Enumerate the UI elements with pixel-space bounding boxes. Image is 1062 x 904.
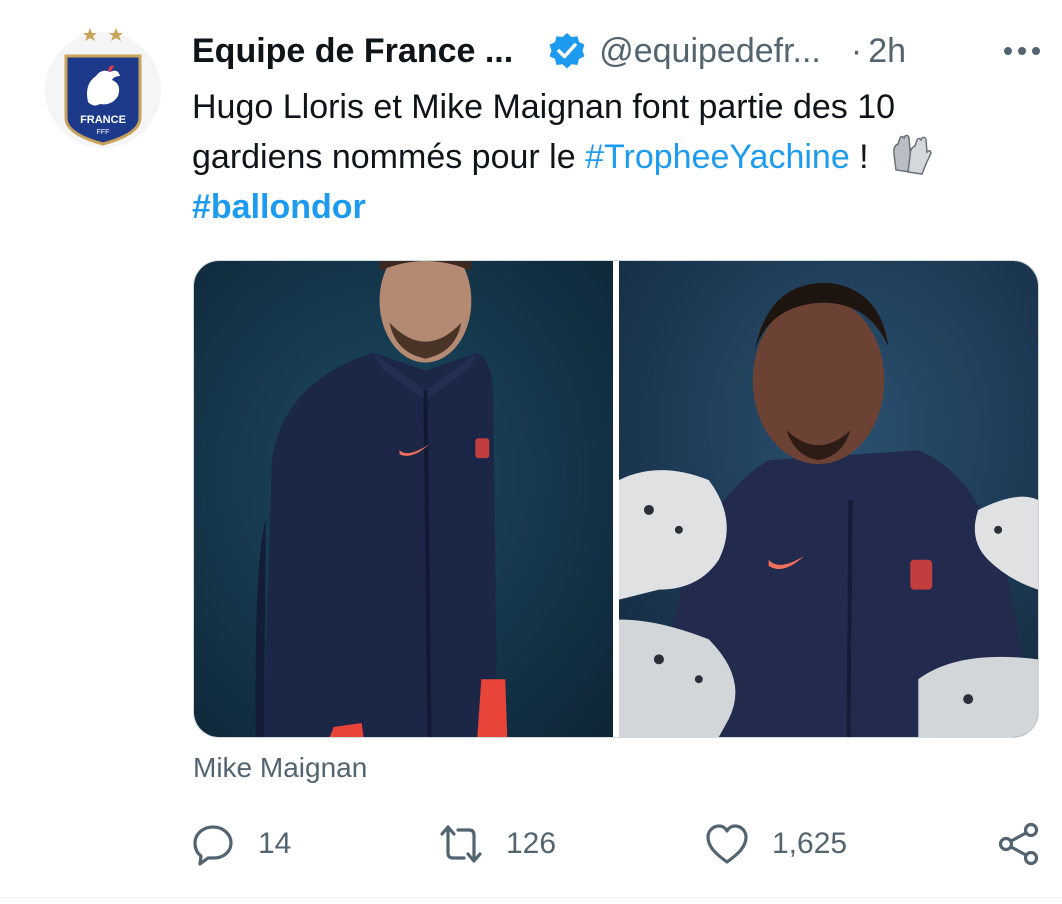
verified-badge-icon — [547, 31, 587, 71]
gloves-emoji-icon — [888, 132, 932, 176]
fff-crest-icon: FRANCE FFF — [45, 28, 161, 148]
crest-sublabel: FFF — [97, 129, 110, 136]
display-name[interactable]: Equipe de France ... — [192, 32, 513, 71]
tweet-card: FRANCE FFF Equipe de France ... @equiped… — [0, 0, 1062, 904]
retweet-icon — [440, 825, 482, 863]
share-button[interactable] — [996, 816, 1042, 872]
tweet-timestamp[interactable]: 2h — [868, 32, 906, 71]
separator-dot: · — [850, 31, 863, 70]
like-count: 1,625 — [772, 827, 848, 860]
photo-lloris[interactable] — [194, 261, 613, 737]
tweet-text: ! — [849, 138, 879, 176]
hashtag-link[interactable]: #TropheeYachine — [585, 138, 850, 176]
tweet-body: Hugo Lloris et Mike Maignan font partie … — [192, 82, 1022, 232]
share-icon — [998, 822, 1039, 866]
photo-maignan[interactable] — [619, 261, 1038, 737]
reply-count: 14 — [258, 827, 292, 860]
divider — [0, 897, 1062, 898]
hashtag-link[interactable]: #ballondor — [192, 188, 366, 226]
action-bar: 14 126 1,625 — [190, 816, 1040, 872]
media-grid — [193, 260, 1039, 738]
retweet-button[interactable]: 126 — [438, 816, 556, 872]
like-button[interactable]: 1,625 — [704, 816, 847, 872]
crest-label: FRANCE — [80, 114, 126, 126]
user-handle[interactable]: @equipedefr... — [599, 32, 821, 71]
reply-icon — [193, 825, 233, 866]
tweet-header: Equipe de France ... @equipedefr... · 2h — [192, 26, 1042, 76]
avatar[interactable]: FRANCE FFF — [44, 22, 162, 172]
media-caption[interactable]: Mike Maignan — [193, 752, 367, 784]
reply-button[interactable]: 14 — [190, 816, 291, 872]
more-options-icon[interactable] — [1002, 36, 1042, 66]
retweet-count: 126 — [506, 827, 557, 860]
heart-icon — [706, 824, 748, 864]
